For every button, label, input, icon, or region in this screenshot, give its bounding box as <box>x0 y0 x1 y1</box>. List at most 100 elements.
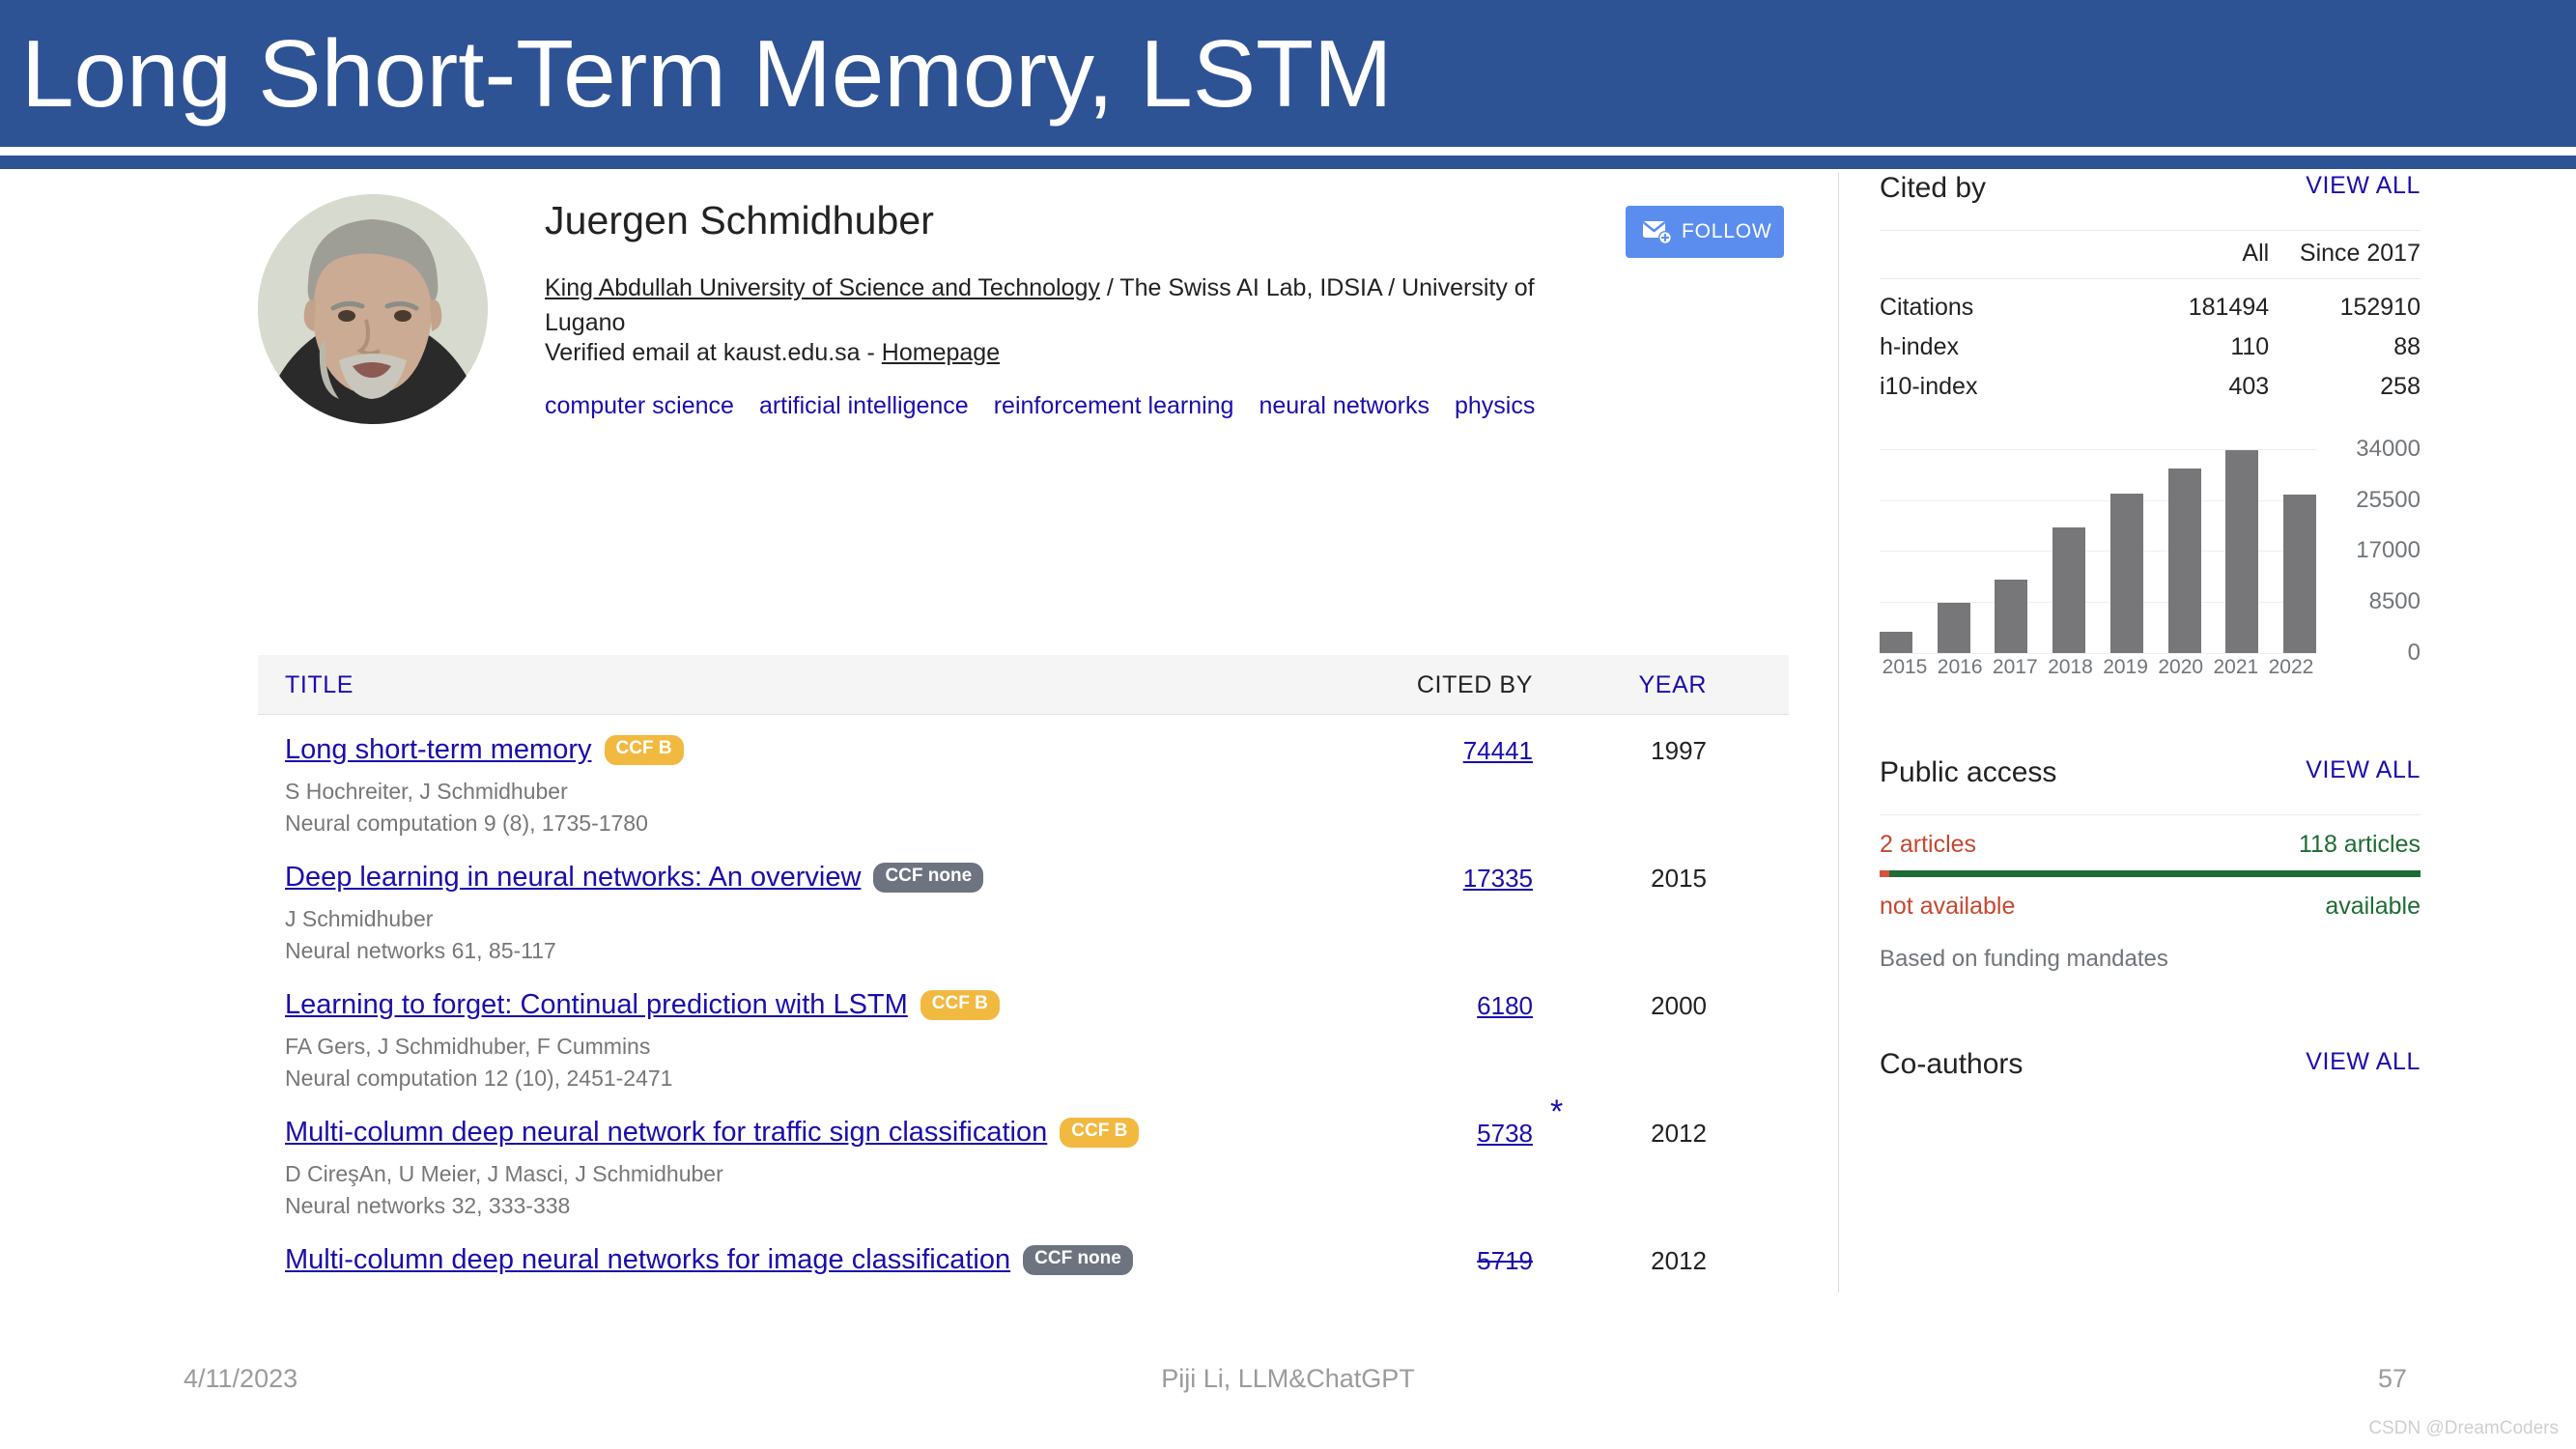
follow-button[interactable]: FOLLOW <box>1626 206 1784 258</box>
publication-title-line: Long short-term memory CCF B <box>285 734 684 766</box>
public-access-progress-bar <box>1880 870 2420 877</box>
tag-neural-networks[interactable]: neural networks <box>1259 392 1429 420</box>
chart-x-tick: 2018 <box>2048 656 2093 678</box>
table-row: Deep learning in neural networks: An ove… <box>258 842 1789 970</box>
sidebar-divider <box>1838 172 1839 1293</box>
chart-plot-area <box>1880 445 2316 654</box>
page-title: Long Short-Term Memory, LSTM <box>21 20 1393 127</box>
co-authors-title: Co-authors <box>1880 1048 2024 1080</box>
cited-by-view-all[interactable]: VIEW ALL <box>2306 172 2420 200</box>
tag-artificial-intelligence[interactable]: artificial intelligence <box>759 392 969 420</box>
table-row: Learning to forget: Continual prediction… <box>258 970 1789 1097</box>
chart-bar-2022[interactable] <box>2282 494 2316 653</box>
metric-row: Citations 181494 152910 <box>1880 279 2420 328</box>
tag-reinforcement-learning[interactable]: reinforcement learning <box>994 392 1234 420</box>
metrics-col-blank <box>1880 231 2117 279</box>
chart-bar-2017[interactable] <box>1995 580 2028 653</box>
publication-title-line: Deep learning in neural networks: An ove… <box>285 862 984 894</box>
not-available-count[interactable]: 2 articles <box>1880 831 1976 859</box>
chart-bar-2018[interactable] <box>2052 526 2086 653</box>
metric-row: h-index 110 88 <box>1880 327 2420 367</box>
publication-authors: S Hochreiter, J Schmidhuber <box>285 779 568 804</box>
chart-y-axis-labels: 34000 25500 17000 8500 0 <box>2324 436 2420 666</box>
publication-year: 1997 <box>1651 736 1707 765</box>
chart-x-tick: 2015 <box>1882 656 1928 678</box>
publication-year: 2015 <box>1651 864 1707 893</box>
affiliation-link[interactable]: King Abdullah University of Science and … <box>545 274 1100 301</box>
scholar-profile-screenshot: Juergen Schmidhuber King Abdullah Univer… <box>0 172 2576 1293</box>
ccf-badge: CCF B <box>1060 1118 1140 1148</box>
ccf-badge: CCF B <box>920 990 1000 1020</box>
publication-cited-by-count[interactable]: 5719 <box>1320 1246 1533 1276</box>
chart-x-tick: 2019 <box>2103 656 2148 678</box>
publication-authors: D Ciregan, U Meier, J Schmidhuber <box>285 1289 635 1293</box>
chart-bar-2019[interactable] <box>2109 494 2143 653</box>
chart-gridline <box>1880 653 2316 654</box>
publication-authors: FA Gers, J Schmidhuber, F Cummins <box>285 1034 651 1059</box>
footer-page-number: 57 <box>2377 1364 2407 1393</box>
chart-x-tick: 2017 <box>1992 656 2038 678</box>
homepage-link[interactable]: Homepage <box>882 339 1000 366</box>
tag-computer-science[interactable]: computer science <box>545 392 734 420</box>
slide-root: Long Short-Term Memory, LSTM Juergen Sch… <box>0 0 2576 1449</box>
public-access-view-all[interactable]: VIEW ALL <box>2306 756 2420 784</box>
profile-email: Verified email at kaust.edu.sa - Homepag… <box>545 339 1000 367</box>
chart-y-tick: 8500 <box>2368 588 2420 615</box>
progress-segment-not-available <box>1880 870 1889 877</box>
cited-by-title: Cited by <box>1880 172 1987 204</box>
sidebar: Cited by VIEW ALL All Since 2017 Citatio… <box>1880 172 2420 1106</box>
publication-title-link[interactable]: Multi-column deep neural networks for im… <box>285 1244 1010 1276</box>
ccf-badge: CCF none <box>873 863 984 893</box>
metric-label: Citations <box>1880 294 1974 321</box>
co-authors-view-all[interactable]: VIEW ALL <box>2306 1048 2420 1076</box>
public-access-section: Public access VIEW ALL 2 articles 118 ar… <box>1880 756 2420 973</box>
publication-title-link[interactable]: Long short-term memory <box>285 734 592 766</box>
banner-extension <box>1893 0 2576 147</box>
chart-bar-2016[interactable] <box>1937 602 1970 653</box>
publication-title-link[interactable]: Deep learning in neural networks: An ove… <box>285 862 861 894</box>
table-row: Long short-term memory CCF B S Hochreiter,… <box>258 715 1789 842</box>
footer-center-text: Piji Li, LLM&ChatGPT <box>1161 1364 1415 1393</box>
publications-table-header: TITLE CITED BY YEAR <box>258 655 1789 715</box>
verified-email-text: Verified email at kaust.edu.sa - <box>545 339 882 366</box>
public-access-note: Based on funding mandates <box>1880 946 2168 972</box>
table-header-row: All Since 2017 <box>1880 230 2420 279</box>
publication-cited-by-count[interactable]: 5738 <box>1320 1119 1533 1149</box>
banner-blue-rule <box>0 156 2576 169</box>
publication-cited-by-count[interactable]: 17335 <box>1320 864 1533 894</box>
chart-y-tick: 25500 <box>2356 486 2420 513</box>
publication-year: 2000 <box>1651 991 1707 1020</box>
publication-title-link[interactable]: Multi-column deep neural network for tra… <box>285 1117 1047 1149</box>
publication-cited-by-count[interactable]: 6180 <box>1320 991 1533 1021</box>
metric-label: i10-index <box>1880 373 1978 400</box>
cited-by-asterisk-icon: * <box>1550 1094 1564 1130</box>
publication-year: 2012 <box>1651 1246 1707 1275</box>
chart-x-tick: 2021 <box>2213 656 2259 678</box>
chart-x-tick: 2016 <box>1937 656 1983 678</box>
chart-y-tick: 34000 <box>2356 435 2420 462</box>
metric-all-value: 181494 <box>2188 294 2270 321</box>
slide-title-banner: Long Short-Term Memory, LSTM <box>0 0 1893 147</box>
chart-bar-2021[interactable] <box>2225 449 2259 653</box>
ccf-badge: CCF none <box>1023 1245 1133 1275</box>
publication-title-line: Multi-column deep neural network for tra… <box>285 1117 1140 1149</box>
chart-bar-2015[interactable] <box>1880 632 1912 653</box>
column-header-year[interactable]: YEAR <box>1591 671 1707 699</box>
publication-title-link[interactable]: Learning to forget: Continual prediction… <box>285 989 908 1021</box>
column-header-title[interactable]: TITLE <box>285 671 354 699</box>
publication-venue: Neural computation 12 (10), 2451-2471 <box>285 1065 673 1091</box>
tag-physics[interactable]: physics <box>1455 392 1535 420</box>
publication-cited-by-count[interactable]: 74441 <box>1320 736 1533 766</box>
metrics-col-since: Since 2017 <box>2299 240 2420 267</box>
avatar <box>258 194 488 424</box>
publication-venue: Neural networks 32, 333-338 <box>285 1193 571 1218</box>
chart-bar-2020[interactable] <box>2167 469 2201 653</box>
citation-metrics-table: All Since 2017 Citations 181494 152910 h-in… <box>1880 230 2420 407</box>
envelope-plus-icon <box>1642 218 1673 245</box>
available-count[interactable]: 118 articles <box>2299 831 2420 859</box>
column-header-cited-by[interactable]: CITED BY <box>1320 671 1533 699</box>
profile-affiliation: King Abdullah University of Science and … <box>545 271 1607 340</box>
metric-since-value: 258 <box>2380 373 2420 400</box>
metric-all-value: 403 <box>2228 373 2270 400</box>
metric-since-value: 88 <box>2393 333 2420 360</box>
